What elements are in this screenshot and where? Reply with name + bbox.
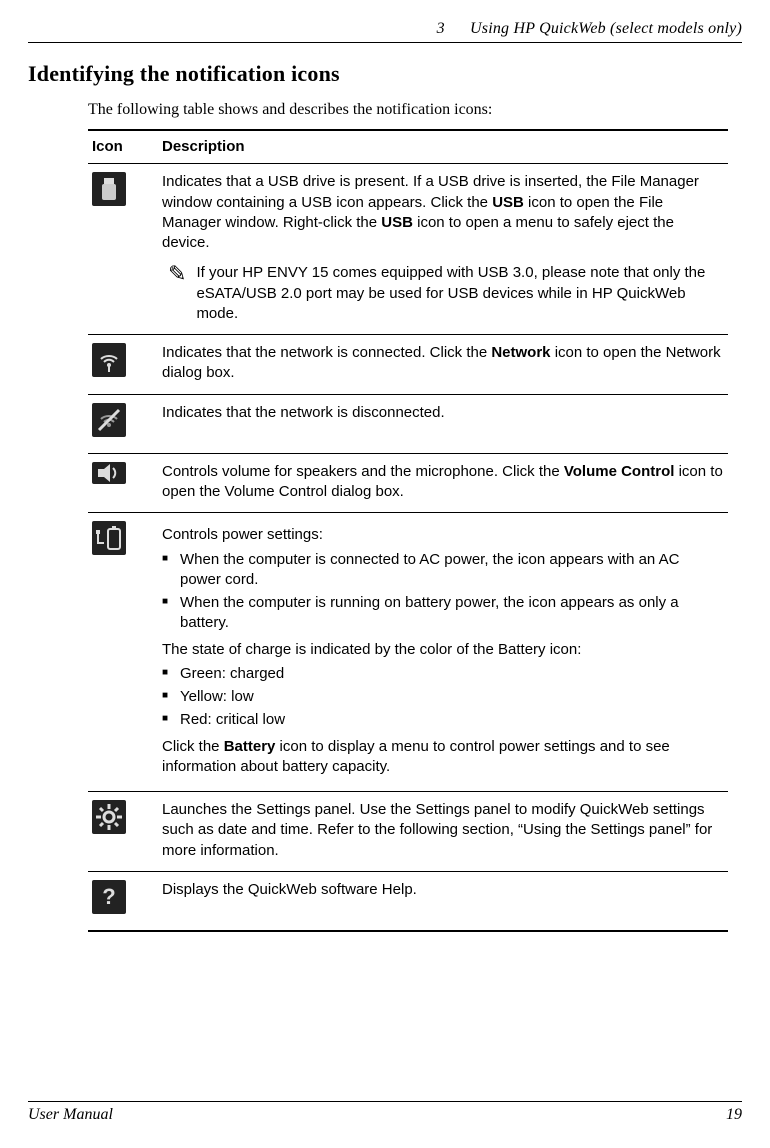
text: Controls volume for speakers and the mic… xyxy=(162,463,564,480)
settings-description: Launches the Settings panel. Use the Set… xyxy=(158,792,728,872)
power-battery-icon xyxy=(92,521,126,555)
list-item: Yellow: low xyxy=(180,687,724,707)
table-row: ? Displays the QuickWeb software Help. xyxy=(88,871,728,931)
network-connected-description: Indicates that the network is connected.… xyxy=(158,335,728,395)
chapter-number: 3 xyxy=(437,20,445,37)
settings-gear-icon xyxy=(92,800,126,834)
power-mid: The state of charge is indicated by the … xyxy=(162,640,724,660)
intro-text: The following table shows and describes … xyxy=(88,101,742,119)
note-text: If your HP ENVY 15 comes equipped with U… xyxy=(196,263,724,324)
chapter-title: Using HP QuickWeb (select models only) xyxy=(470,20,742,37)
note: ✎ If your HP ENVY 15 comes equipped with… xyxy=(168,263,724,324)
footer: User Manual 19 xyxy=(28,1101,742,1124)
bold-battery: Battery xyxy=(224,738,276,755)
text: Indicates that the network is connected.… xyxy=(162,344,491,361)
page: 3 Using HP QuickWeb (select models only)… xyxy=(0,0,770,932)
svg-text:?: ? xyxy=(102,884,115,909)
power-lead: Controls power settings: xyxy=(162,525,724,545)
running-head: 3 Using HP QuickWeb (select models only) xyxy=(28,20,742,38)
section-title: Identifying the notification icons xyxy=(28,61,742,87)
bold-usb-1: USB xyxy=(492,194,524,211)
table-row: Controls volume for speakers and the mic… xyxy=(88,453,728,513)
footer-rule xyxy=(28,1101,742,1102)
volume-icon xyxy=(92,462,126,484)
power-list-1: When the computer is connected to AC pow… xyxy=(162,550,724,634)
list-item: When the computer is running on battery … xyxy=(180,593,724,634)
header-rule xyxy=(28,42,742,43)
table-row: Controls power settings: When the comput… xyxy=(88,513,728,792)
list-item: Green: charged xyxy=(180,664,724,684)
power-list-2: Green: charged Yellow: low Red: critical… xyxy=(162,664,724,731)
bold-volume: Volume Control xyxy=(564,463,675,480)
network-disconnected-description: Indicates that the network is disconnect… xyxy=(158,394,728,453)
pointing-hand-icon: ✎ xyxy=(168,263,186,324)
network-disconnected-icon xyxy=(92,403,126,437)
volume-description: Controls volume for speakers and the mic… xyxy=(158,453,728,513)
list-item: Red: critical low xyxy=(180,710,724,730)
help-icon: ? xyxy=(92,880,126,914)
bold-network: Network xyxy=(491,344,550,361)
help-description: Displays the QuickWeb software Help. xyxy=(158,871,728,931)
col-header-icon: Icon xyxy=(88,130,158,164)
page-number: 19 xyxy=(726,1106,742,1124)
notification-icons-table: Icon Description Indicates that a USB dr… xyxy=(88,129,728,932)
network-connected-icon xyxy=(92,343,126,377)
power-description: Controls power settings: When the comput… xyxy=(158,513,728,792)
table-row: Indicates that the network is connected.… xyxy=(88,335,728,395)
bold-usb-2: USB xyxy=(381,214,413,231)
col-header-description: Description xyxy=(158,130,728,164)
table-row: Indicates that the network is disconnect… xyxy=(88,394,728,453)
usb-drive-icon xyxy=(92,172,126,206)
table-row: Launches the Settings panel. Use the Set… xyxy=(88,792,728,872)
power-trail: Click the Battery icon to display a menu… xyxy=(162,737,724,778)
list-item: When the computer is connected to AC pow… xyxy=(180,550,724,591)
usb-description: Indicates that a USB drive is present. I… xyxy=(158,164,728,335)
footer-left: User Manual xyxy=(28,1106,113,1124)
text: Click the xyxy=(162,738,224,755)
table-row: Indicates that a USB drive is present. I… xyxy=(88,164,728,335)
